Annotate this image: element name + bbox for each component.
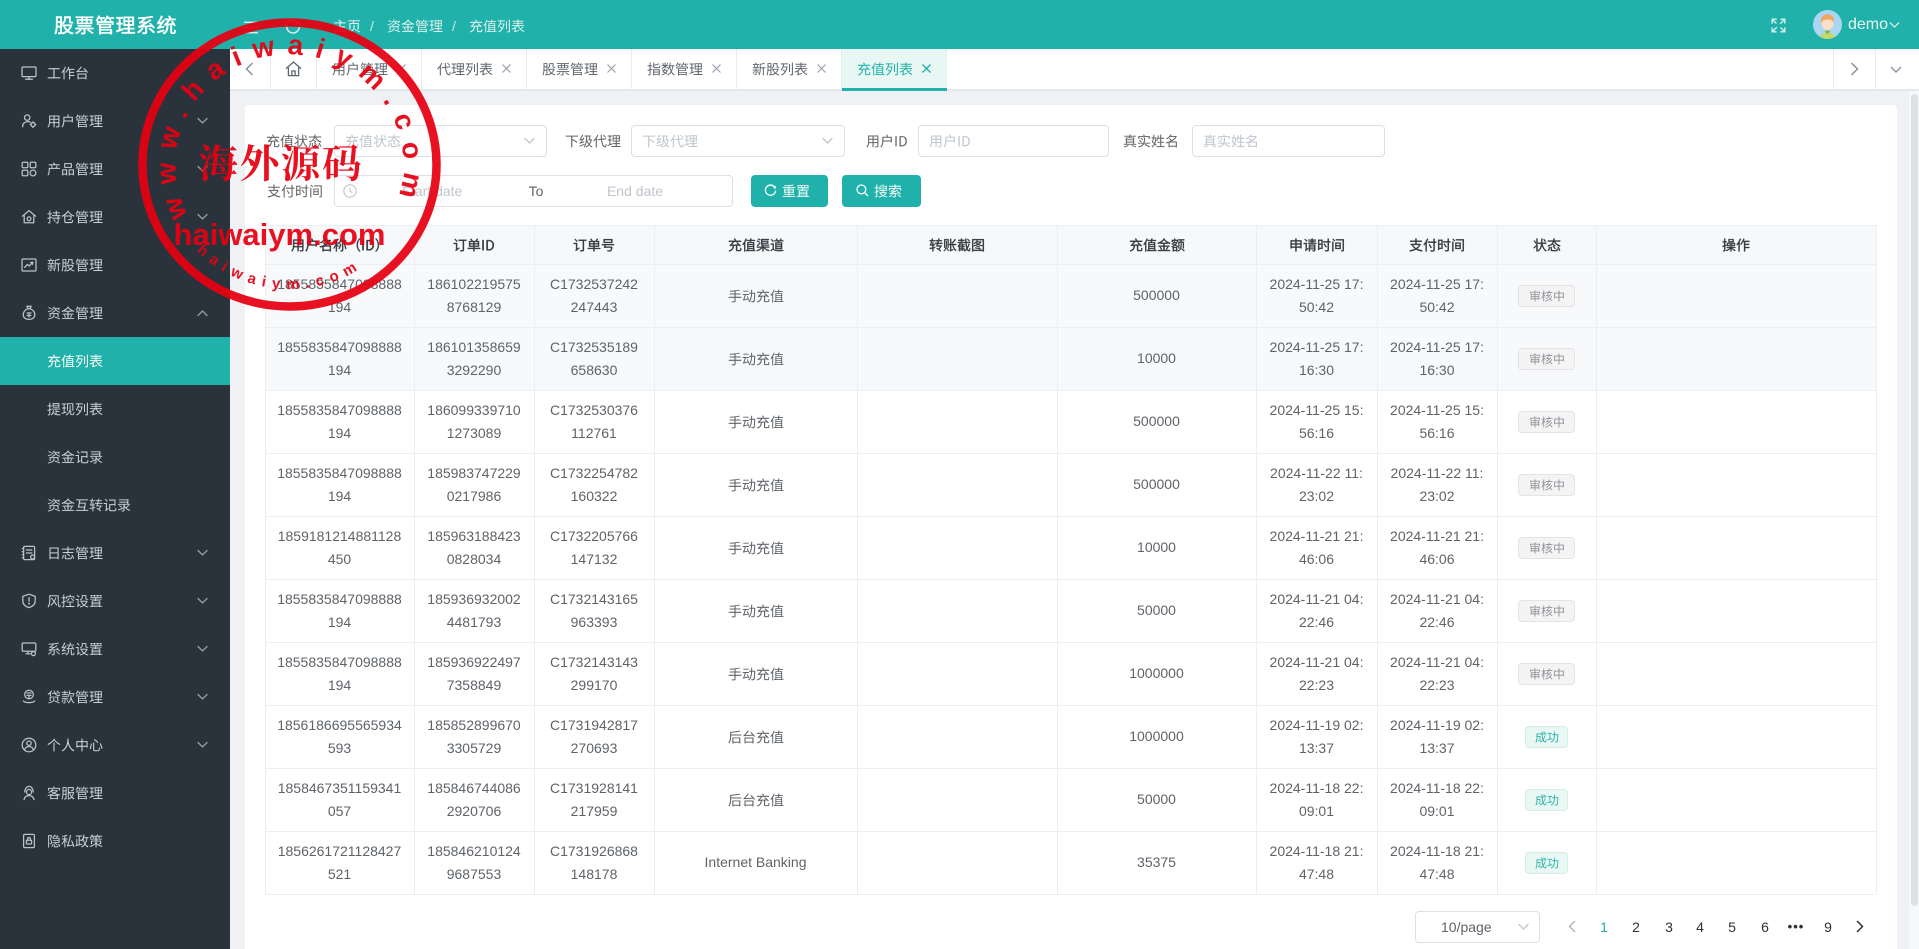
svg-text:haiwaiym.com: haiwaiym.com [174,217,386,252]
